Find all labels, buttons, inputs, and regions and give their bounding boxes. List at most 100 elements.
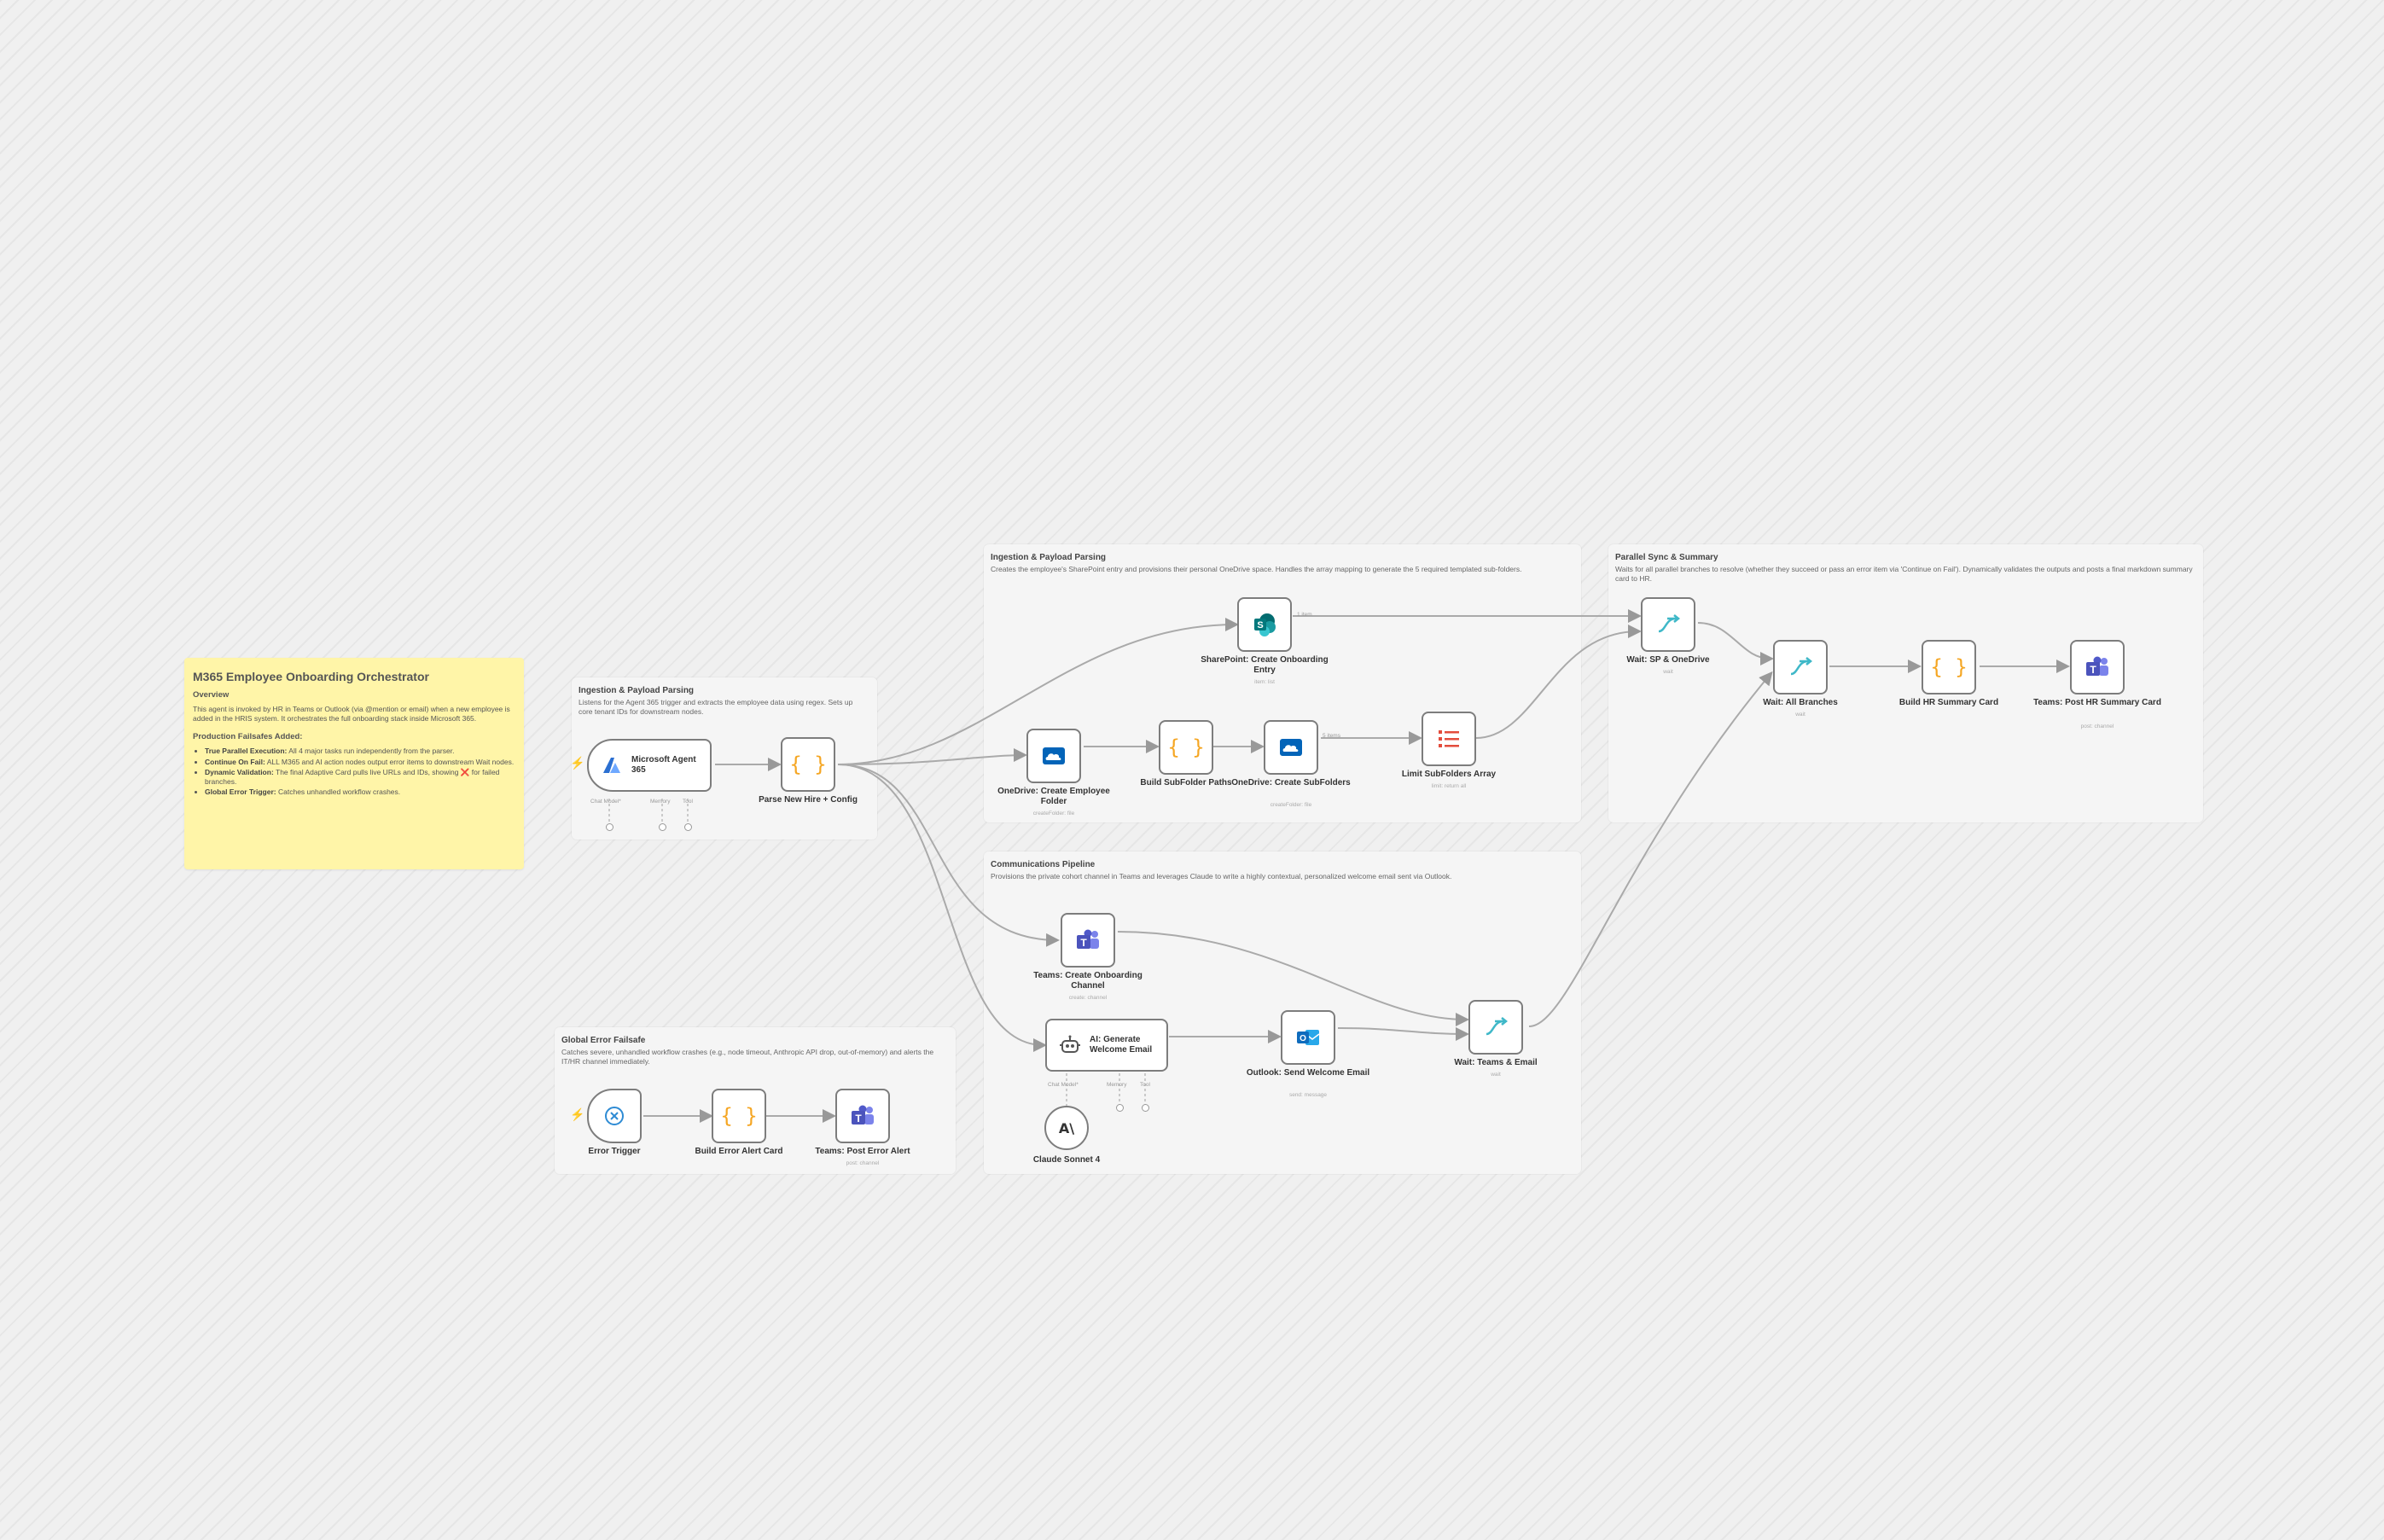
node-outlook-send-email[interactable]: O xyxy=(1281,1010,1335,1065)
group-title: Global Error Failsafe xyxy=(561,1036,646,1045)
node-subtitle: wait xyxy=(1663,669,1673,675)
node-onedrive-create-subfolders[interactable] xyxy=(1264,720,1318,775)
node-label: OneDrive: Create SubFolders xyxy=(1231,778,1351,787)
svg-text:T: T xyxy=(855,1113,862,1124)
node-label: Limit SubFolders Array xyxy=(1401,770,1497,779)
outlook-icon: O xyxy=(1297,1030,1320,1045)
node-label: Teams: Post Error Alert xyxy=(815,1147,910,1156)
svg-text:S: S xyxy=(1257,620,1263,631)
agent-365-icon xyxy=(603,758,620,773)
group-title: Parallel Sync & Summary xyxy=(1615,553,1718,562)
trigger-bolt-icon: ⚡ xyxy=(570,756,585,770)
node-subtitle: createFolder: file xyxy=(1270,802,1312,808)
node-label: Wait: Teams & Email xyxy=(1454,1058,1538,1067)
node-label: Wait: All Branches xyxy=(1763,698,1838,707)
node-teams-post-error[interactable]: T xyxy=(835,1089,890,1143)
workflow-canvas[interactable]: M365 Employee Onboarding Orchestrator Ov… xyxy=(0,0,2384,1540)
group-title: Ingestion & Payload Parsing xyxy=(991,553,1107,562)
node-subtitle: wait xyxy=(1795,712,1805,718)
node-wait-all-branches[interactable] xyxy=(1773,640,1828,694)
sub-port[interactable] xyxy=(1116,1104,1124,1112)
node-label: Build Error Alert Card xyxy=(695,1147,783,1156)
node-teams-create-channel[interactable]: T xyxy=(1061,913,1115,968)
port-label: Tool xyxy=(683,799,693,805)
node-label: Error Trigger xyxy=(588,1147,641,1156)
node-subtitle: wait xyxy=(1491,1072,1501,1078)
node-onedrive-create-folder[interactable] xyxy=(1026,729,1081,783)
code-icon: { } xyxy=(789,753,827,776)
teams-icon: T xyxy=(852,1105,874,1124)
port-label: Tool xyxy=(1140,1082,1150,1088)
port-label: Chat Model* xyxy=(1048,1082,1079,1088)
sticky-title: M365 Employee Onboarding Orchestrator xyxy=(193,670,429,683)
sub-port[interactable] xyxy=(659,823,666,831)
node-subtitle: post: channel xyxy=(846,1160,880,1166)
node-limit-subfolders[interactable] xyxy=(1422,712,1476,766)
robot-icon xyxy=(1060,1035,1080,1053)
node-label: Build HR Summary Card xyxy=(1898,698,1999,707)
node-microsoft-agent-365[interactable]: Microsoft Agent 365 xyxy=(587,739,712,792)
anthropic-icon: A\ xyxy=(1058,1119,1075,1136)
group-description: Creates the employee's SharePoint entry … xyxy=(991,565,1522,573)
node-label: Wait: SP & OneDrive xyxy=(1626,655,1710,665)
node-label: Teams: Post HR Summary Card xyxy=(2033,698,2161,707)
teams-icon: T xyxy=(1077,929,1099,949)
merge-icon xyxy=(1658,614,1681,633)
node-subtitle: send: message xyxy=(1288,1092,1328,1098)
node-label: Claude Sonnet 4 xyxy=(1032,1155,1101,1165)
group-title: Ingestion & Payload Parsing xyxy=(579,686,695,695)
failsafe-item: True Parallel Execution: All 4 major tas… xyxy=(205,747,515,756)
node-label: Parse New Hire + Config xyxy=(759,795,858,805)
edge-label: 1 item xyxy=(1297,612,1312,618)
svg-text:T: T xyxy=(2090,664,2096,676)
failsafes-heading: Production Failsafes Added: xyxy=(193,732,303,741)
code-icon: { } xyxy=(720,1104,758,1128)
node-label: SharePoint: Create Onboarding Entry xyxy=(1201,655,1329,675)
svg-text:T: T xyxy=(1080,937,1087,949)
node-build-hr-summary[interactable]: { } xyxy=(1922,640,1976,694)
node-sharepoint-create-entry[interactable]: S xyxy=(1237,597,1292,652)
code-icon: { } xyxy=(1167,735,1205,759)
failsafes-list: True Parallel Execution: All 4 major tas… xyxy=(193,747,515,797)
node-build-error-card[interactable]: { } xyxy=(712,1089,766,1143)
overview-text: This agent is invoked by HR in Teams or … xyxy=(193,705,510,723)
node-label: Microsoft Agent 365 xyxy=(631,755,696,775)
node-parse-new-hire[interactable]: { } xyxy=(781,737,835,792)
node-subtitle: item: list xyxy=(1254,679,1275,685)
onedrive-icon xyxy=(1043,747,1065,764)
node-build-subfolder-paths[interactable]: { } xyxy=(1159,720,1213,775)
failsafe-item: Dynamic Validation: The final Adaptive C… xyxy=(205,768,515,786)
failsafe-item: Continue On Fail: ALL M365 and AI action… xyxy=(205,758,515,767)
node-subtitle: post: channel xyxy=(2080,724,2114,729)
node-error-trigger[interactable] xyxy=(587,1089,642,1143)
node-label: OneDrive: Create Employee Folder xyxy=(997,787,1110,806)
merge-icon xyxy=(1790,657,1813,676)
node-label: Outlook: Send Welcome Email xyxy=(1246,1068,1370,1078)
sticky-note[interactable]: M365 Employee Onboarding Orchestrator Ov… xyxy=(184,658,524,869)
group-description: Waits for all parallel branches to resol… xyxy=(1615,565,2193,583)
group-title: Communications Pipeline xyxy=(991,860,1096,869)
sub-port[interactable] xyxy=(606,823,613,831)
node-teams-post-summary[interactable]: T xyxy=(2070,640,2125,694)
sharepoint-icon: S xyxy=(1254,613,1276,636)
merge-icon xyxy=(1486,1017,1509,1036)
node-label: Teams: Create Onboarding Channel xyxy=(1033,971,1143,991)
node-claude-sonnet[interactable]: A\ xyxy=(1044,1106,1089,1150)
port-label: Chat Model* xyxy=(590,799,621,805)
node-wait-teams-email[interactable] xyxy=(1468,1000,1523,1055)
failsafe-item: Global Error Trigger: Catches unhandled … xyxy=(205,787,515,797)
sub-port[interactable] xyxy=(1142,1104,1149,1112)
node-subtitle: create: channel xyxy=(1068,995,1108,1001)
sub-port[interactable] xyxy=(684,823,692,831)
node-subtitle: createFolder: file xyxy=(1032,811,1075,816)
node-ai-generate-email[interactable]: AI: Generate Welcome Email xyxy=(1045,1019,1168,1072)
port-label: Memory xyxy=(650,799,671,805)
svg-text:O: O xyxy=(1300,1034,1306,1043)
code-icon: { } xyxy=(1930,655,1968,679)
edge-label: 5 items xyxy=(1323,733,1340,739)
group-description: Listens for the Agent 365 trigger and ex… xyxy=(579,698,853,716)
list-icon xyxy=(1439,730,1459,747)
node-wait-sp-onedrive[interactable] xyxy=(1641,597,1695,652)
onedrive-icon xyxy=(1280,739,1302,756)
group-description: Catches severe, unhandled workflow crash… xyxy=(561,1048,934,1066)
